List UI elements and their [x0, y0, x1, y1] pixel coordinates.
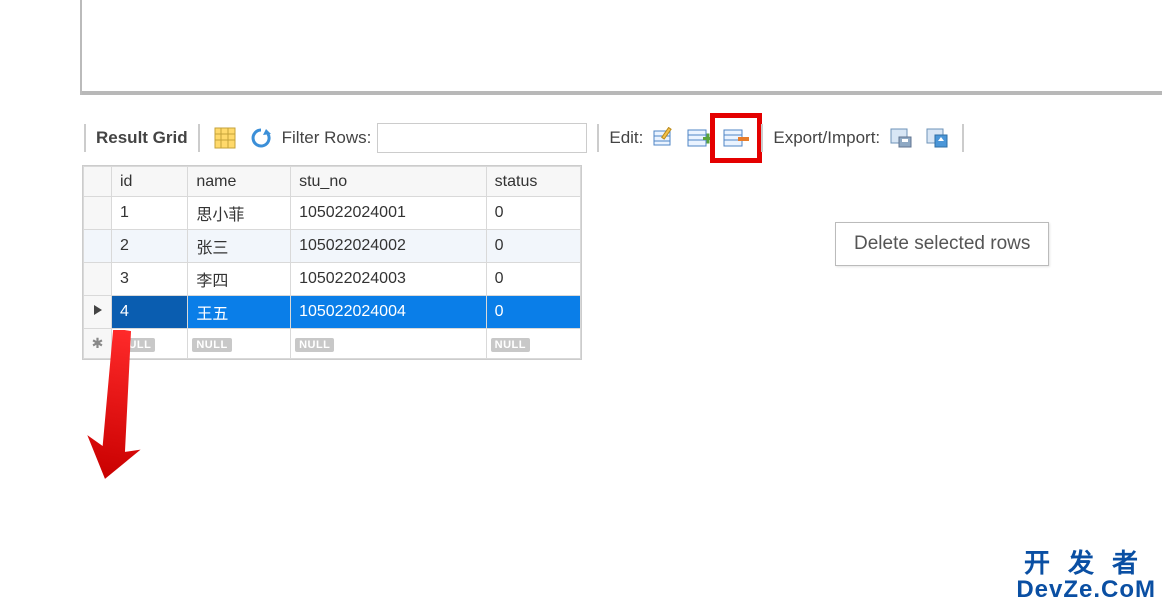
- cell-id[interactable]: 3: [112, 263, 188, 296]
- col-header-id[interactable]: id: [112, 167, 188, 197]
- row-handle[interactable]: [84, 296, 112, 329]
- cell-status[interactable]: 0: [486, 263, 580, 296]
- col-header-stu-no[interactable]: stu_no: [291, 167, 487, 197]
- watermark-line1: 开发者: [1016, 550, 1156, 577]
- cell-id[interactable]: 1: [112, 197, 188, 230]
- table-row[interactable]: 3 李四 105022024003 0: [84, 263, 581, 296]
- grid-view-icon[interactable]: [210, 124, 240, 152]
- insert-row-icon[interactable]: [685, 124, 715, 152]
- result-toolbar: Result Grid Filter Rows: Edit:: [0, 117, 1162, 159]
- table-row[interactable]: 1 思小菲 105022024001 0: [84, 197, 581, 230]
- watermark-line2: DevZe.CoM: [1016, 577, 1156, 602]
- col-header-name[interactable]: name: [188, 167, 291, 197]
- separator: [84, 124, 86, 152]
- export-icon[interactable]: [886, 124, 916, 152]
- row-handle[interactable]: [84, 197, 112, 230]
- import-icon[interactable]: [922, 124, 952, 152]
- result-grid-label: Result Grid: [96, 128, 188, 148]
- separator: [962, 124, 964, 152]
- delete-row-icon[interactable]: [721, 124, 751, 152]
- cell-stu-no[interactable]: 105022024003: [291, 263, 487, 296]
- cell-status[interactable]: 0: [486, 230, 580, 263]
- cell-name[interactable]: 思小菲: [188, 197, 291, 230]
- result-grid: id name stu_no status 1 思小菲 105022024001…: [82, 165, 582, 360]
- refresh-icon[interactable]: [246, 124, 276, 152]
- row-handle-header: [84, 167, 112, 197]
- cell-null[interactable]: NULL: [291, 329, 487, 359]
- cell-id[interactable]: 2: [112, 230, 188, 263]
- cell-stu-no[interactable]: 105022024001: [291, 197, 487, 230]
- current-row-indicator-icon: [93, 304, 103, 316]
- header-row: id name stu_no status: [84, 167, 581, 197]
- table-row[interactable]: 2 张三 105022024002 0: [84, 230, 581, 263]
- cell-stu-no[interactable]: 105022024002: [291, 230, 487, 263]
- row-handle[interactable]: ✱: [84, 329, 112, 359]
- cell-status[interactable]: 0: [486, 296, 580, 329]
- cell-null[interactable]: NULL: [486, 329, 580, 359]
- tooltip-delete-selected: Delete selected rows: [835, 222, 1049, 266]
- filter-rows-label: Filter Rows:: [282, 128, 372, 148]
- cell-stu-no[interactable]: 105022024004: [291, 296, 487, 329]
- separator: [761, 124, 763, 152]
- edit-row-icon[interactable]: [649, 124, 679, 152]
- edit-label: Edit:: [609, 128, 643, 148]
- row-handle[interactable]: [84, 230, 112, 263]
- watermark: 开发者 DevZe.CoM: [1016, 550, 1156, 602]
- filter-rows-input[interactable]: [377, 123, 587, 153]
- cell-name[interactable]: 王五: [188, 296, 291, 329]
- query-editor-area: [80, 0, 1162, 95]
- separator: [597, 124, 599, 152]
- row-handle[interactable]: [84, 263, 112, 296]
- export-import-label: Export/Import:: [773, 128, 880, 148]
- col-header-status[interactable]: status: [486, 167, 580, 197]
- cell-null[interactable]: NULL: [188, 329, 291, 359]
- cell-id[interactable]: 4: [112, 296, 188, 329]
- cell-null[interactable]: NULL: [112, 329, 188, 359]
- table-row-new[interactable]: ✱ NULL NULL NULL NULL: [84, 329, 581, 359]
- cell-name[interactable]: 张三: [188, 230, 291, 263]
- new-row-icon: ✱: [92, 335, 104, 351]
- table-row-selected[interactable]: 4 王五 105022024004 0: [84, 296, 581, 329]
- cell-status[interactable]: 0: [486, 197, 580, 230]
- separator: [198, 124, 200, 152]
- cell-name[interactable]: 李四: [188, 263, 291, 296]
